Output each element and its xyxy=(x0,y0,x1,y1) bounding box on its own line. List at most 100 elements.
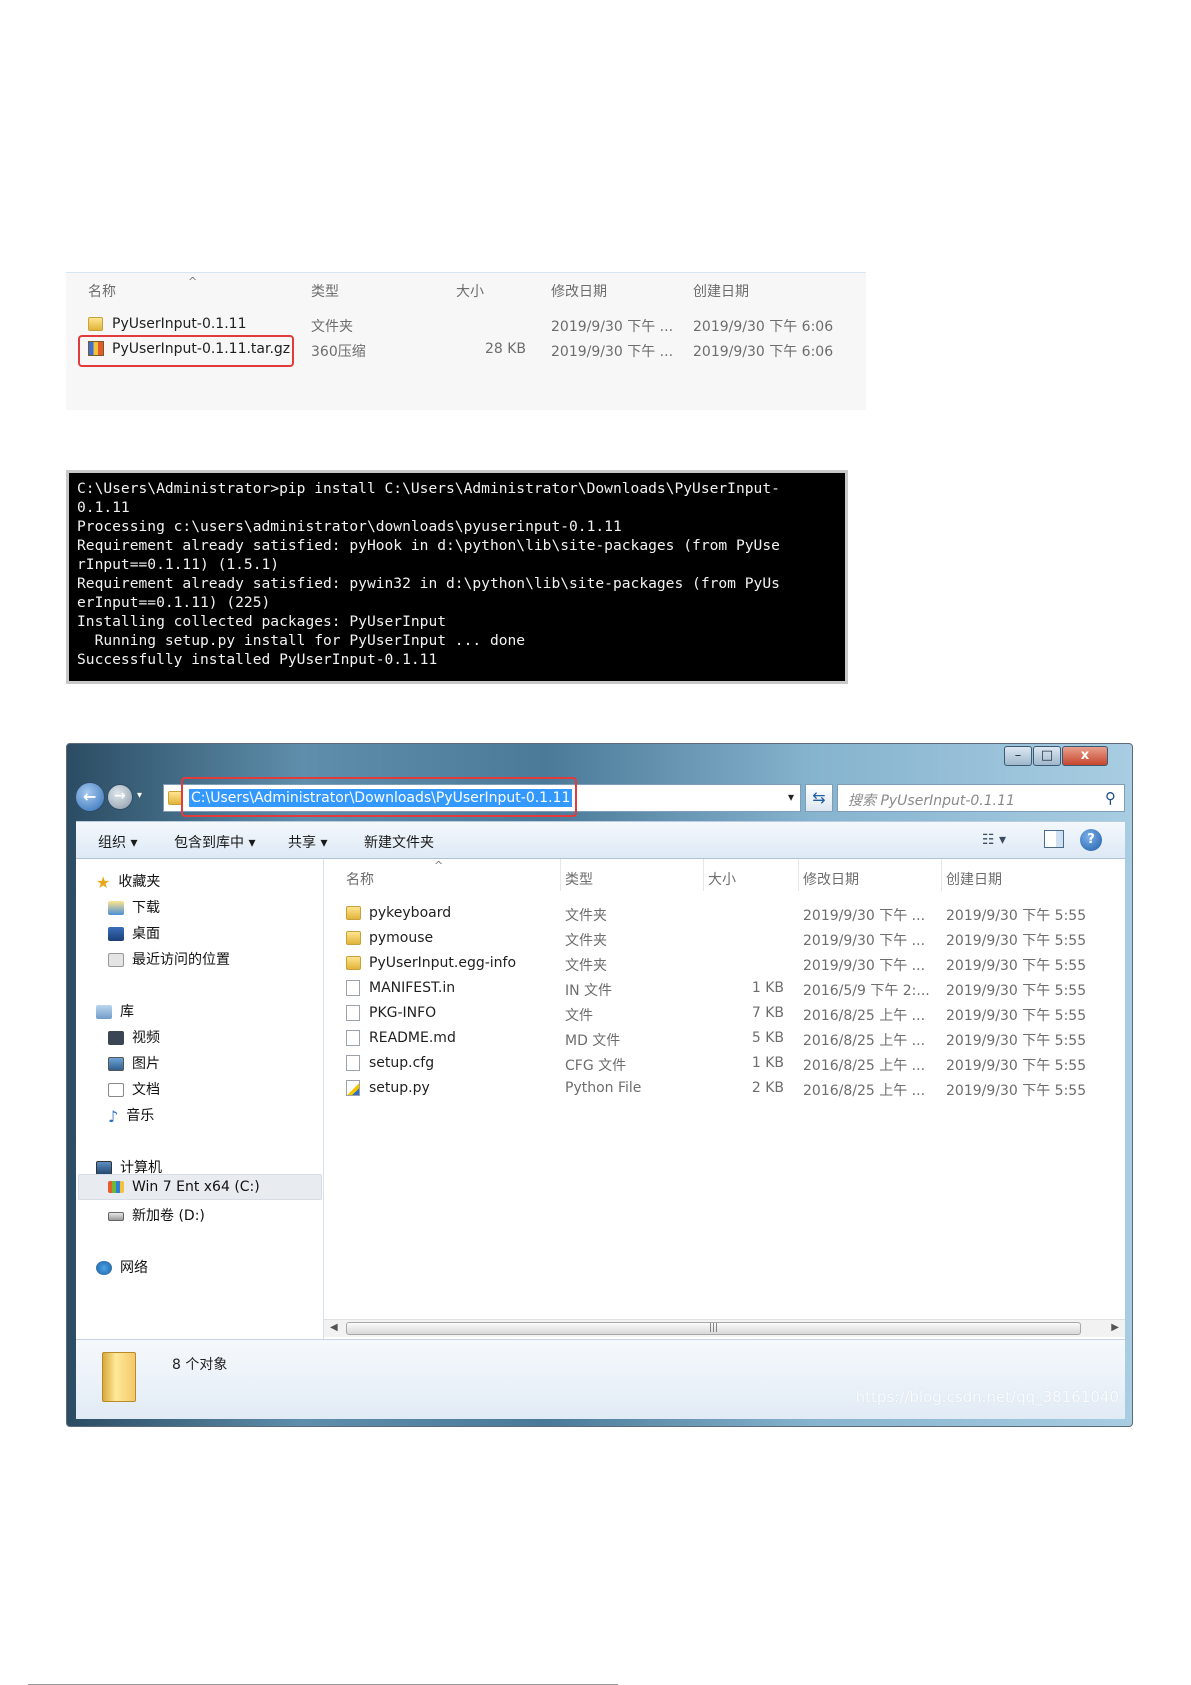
file-created: 2019/9/30 下午 5:55 xyxy=(946,958,1087,974)
explorer-window: – □ x ← → ▾ C:\Users\Administrator\Downl… xyxy=(66,743,1133,1427)
column-header-created[interactable]: 创建日期 xyxy=(946,869,1002,889)
address-dropdown-icon[interactable]: ▾ xyxy=(788,790,794,804)
folder-icon xyxy=(346,931,361,945)
folder-icon xyxy=(346,956,361,970)
file-created: 2019/9/30 下午 5:55 xyxy=(946,933,1087,949)
computer-icon xyxy=(96,1161,112,1175)
navigation-pane: ★ 收藏夹 下载 桌面 最近访问的位置 库 视频 图片 文档 ♪ 音乐 计算机 Wi… xyxy=(76,859,324,1339)
folder-icon xyxy=(346,906,361,920)
file-icon xyxy=(346,1005,360,1021)
star-icon: ★ xyxy=(96,872,111,892)
hard-drive-icon xyxy=(108,1211,124,1221)
column-header-name[interactable]: 名称 xyxy=(88,281,116,301)
file-size: 1 KB xyxy=(751,980,784,996)
file-name: MANIFEST.in xyxy=(369,980,456,996)
file-modified: 2016/8/25 上午 ... xyxy=(803,1083,926,1099)
column-divider[interactable] xyxy=(703,859,704,891)
nav-item-pictures[interactable]: 图片 xyxy=(108,1053,160,1073)
file-type: 文件夹 xyxy=(565,958,607,974)
nav-item-recent-places[interactable]: 最近访问的位置 xyxy=(108,949,230,969)
terminal-line: Installing collected packages: PyUserInp… xyxy=(77,613,447,630)
desktop-icon xyxy=(108,927,124,941)
terminal-line: 0.1.11 xyxy=(77,499,130,516)
command-bar: 组织 ▾ 包含到库中 ▾ 共享 ▾ 新建文件夹 ☷ ▾ ? xyxy=(76,821,1125,859)
network-icon xyxy=(96,1261,112,1275)
terminal-line: Successfully installed PyUserInput-0.1.1… xyxy=(77,651,438,668)
file-name: pykeyboard xyxy=(369,905,452,921)
file-type: 文件 xyxy=(565,1008,593,1024)
column-header-type[interactable]: 类型 xyxy=(565,869,593,889)
sort-arrow-icon: ^ xyxy=(188,275,198,288)
organize-menu[interactable]: 组织 ▾ xyxy=(98,832,137,852)
file-created: 2019/9/30 下午 5:55 xyxy=(946,1008,1087,1024)
include-in-library-menu[interactable]: 包含到库中 ▾ xyxy=(174,832,255,852)
file-size: 7 KB xyxy=(751,1005,784,1021)
nav-item-desktop[interactable]: 桌面 xyxy=(108,923,160,943)
column-header-size[interactable]: 大小 xyxy=(456,281,484,301)
file-size: 28 KB xyxy=(484,341,526,357)
file-modified: 2019/9/30 下午 ... xyxy=(551,344,674,360)
search-input[interactable]: 搜索 PyUserInput-0.1.11 ⚲ xyxy=(837,784,1125,812)
refresh-icon: ⇆ xyxy=(812,788,826,807)
minimize-button[interactable]: – xyxy=(1004,746,1032,766)
horizontal-scrollbar[interactable]: ◀ ||| ▶ xyxy=(324,1319,1125,1337)
nav-item-drive-c[interactable]: Win 7 Ent x64 (C:) xyxy=(108,1179,260,1195)
python-file-icon xyxy=(346,1080,360,1096)
refresh-button[interactable]: ⇆ xyxy=(805,784,833,812)
share-menu[interactable]: 共享 ▾ xyxy=(288,832,327,852)
file-type: 文件夹 xyxy=(565,908,607,924)
item-count: 8 个对象 xyxy=(172,1357,228,1373)
nav-item-drive-d[interactable]: 新加卷 (D:) xyxy=(108,1205,205,1225)
video-icon xyxy=(108,1031,124,1045)
back-arrow-icon: ← xyxy=(83,787,97,806)
search-icon[interactable]: ⚲ xyxy=(1105,789,1116,807)
file-created: 2019/9/30 下午 5:55 xyxy=(946,1058,1087,1074)
help-icon[interactable]: ? xyxy=(1080,829,1102,851)
column-header-name[interactable]: 名称 xyxy=(346,869,374,889)
view-options-icon[interactable]: ☷ ▾ xyxy=(982,832,1006,848)
column-header-modified[interactable]: 修改日期 xyxy=(551,281,607,301)
file-created: 2019/9/30 下午 6:06 xyxy=(693,344,834,360)
nav-item-documents[interactable]: 文档 xyxy=(108,1079,160,1099)
file-created: 2019/9/30 下午 6:06 xyxy=(693,319,834,335)
nav-item-videos[interactable]: 视频 xyxy=(108,1027,160,1047)
recent-pages-dropdown-icon[interactable]: ▾ xyxy=(137,790,142,801)
file-created: 2019/9/30 下午 5:55 xyxy=(946,1083,1087,1099)
file-icon xyxy=(346,980,360,996)
scroll-left-arrow-icon[interactable]: ◀ xyxy=(330,1322,338,1333)
file-name: PyUserInput.egg-info xyxy=(369,955,517,971)
back-button[interactable]: ← xyxy=(75,782,105,812)
maximize-button[interactable]: □ xyxy=(1033,746,1061,766)
file-modified: 2016/8/25 上午 ... xyxy=(803,1033,926,1049)
column-header-size[interactable]: 大小 xyxy=(708,869,736,889)
column-header-created[interactable]: 创建日期 xyxy=(693,281,749,301)
column-divider[interactable] xyxy=(941,859,942,891)
highlight-box xyxy=(78,335,294,367)
recent-places-icon xyxy=(108,953,124,967)
nav-item-music[interactable]: ♪ 音乐 xyxy=(108,1105,154,1126)
column-header-type[interactable]: 类型 xyxy=(311,281,339,301)
file-name: PyUserInput-0.1.11 xyxy=(112,316,247,332)
file-modified: 2016/5/9 下午 2:... xyxy=(803,983,930,999)
column-divider[interactable] xyxy=(560,859,561,891)
column-header-modified[interactable]: 修改日期 xyxy=(803,869,859,889)
sort-arrow-icon: ^ xyxy=(434,859,444,872)
nav-item-downloads[interactable]: 下载 xyxy=(108,897,160,917)
file-name: pymouse xyxy=(369,930,434,946)
file-modified: 2016/8/25 上午 ... xyxy=(803,1008,926,1024)
nav-item-libraries[interactable]: 库 xyxy=(96,1001,134,1021)
scrollbar-thumb[interactable]: ||| xyxy=(346,1322,1081,1335)
preview-pane-icon[interactable] xyxy=(1044,830,1064,848)
nav-item-favorites[interactable]: ★ 收藏夹 xyxy=(96,871,160,892)
nav-item-network[interactable]: 网络 xyxy=(96,1257,148,1277)
file-name: README.md xyxy=(369,1030,456,1046)
close-button[interactable]: x xyxy=(1062,746,1108,766)
forward-button[interactable]: → xyxy=(107,784,133,810)
new-folder-button[interactable]: 新建文件夹 xyxy=(364,832,434,852)
highlight-box xyxy=(181,777,577,817)
column-divider[interactable] xyxy=(798,859,799,891)
scroll-right-arrow-icon[interactable]: ▶ xyxy=(1111,1322,1119,1333)
file-list-pane: ^ 名称 类型 大小 修改日期 创建日期 pykeyboard 文件夹 2019… xyxy=(324,859,1125,1339)
file-modified: 2019/9/30 下午 ... xyxy=(803,933,926,949)
file-icon xyxy=(346,1030,360,1046)
